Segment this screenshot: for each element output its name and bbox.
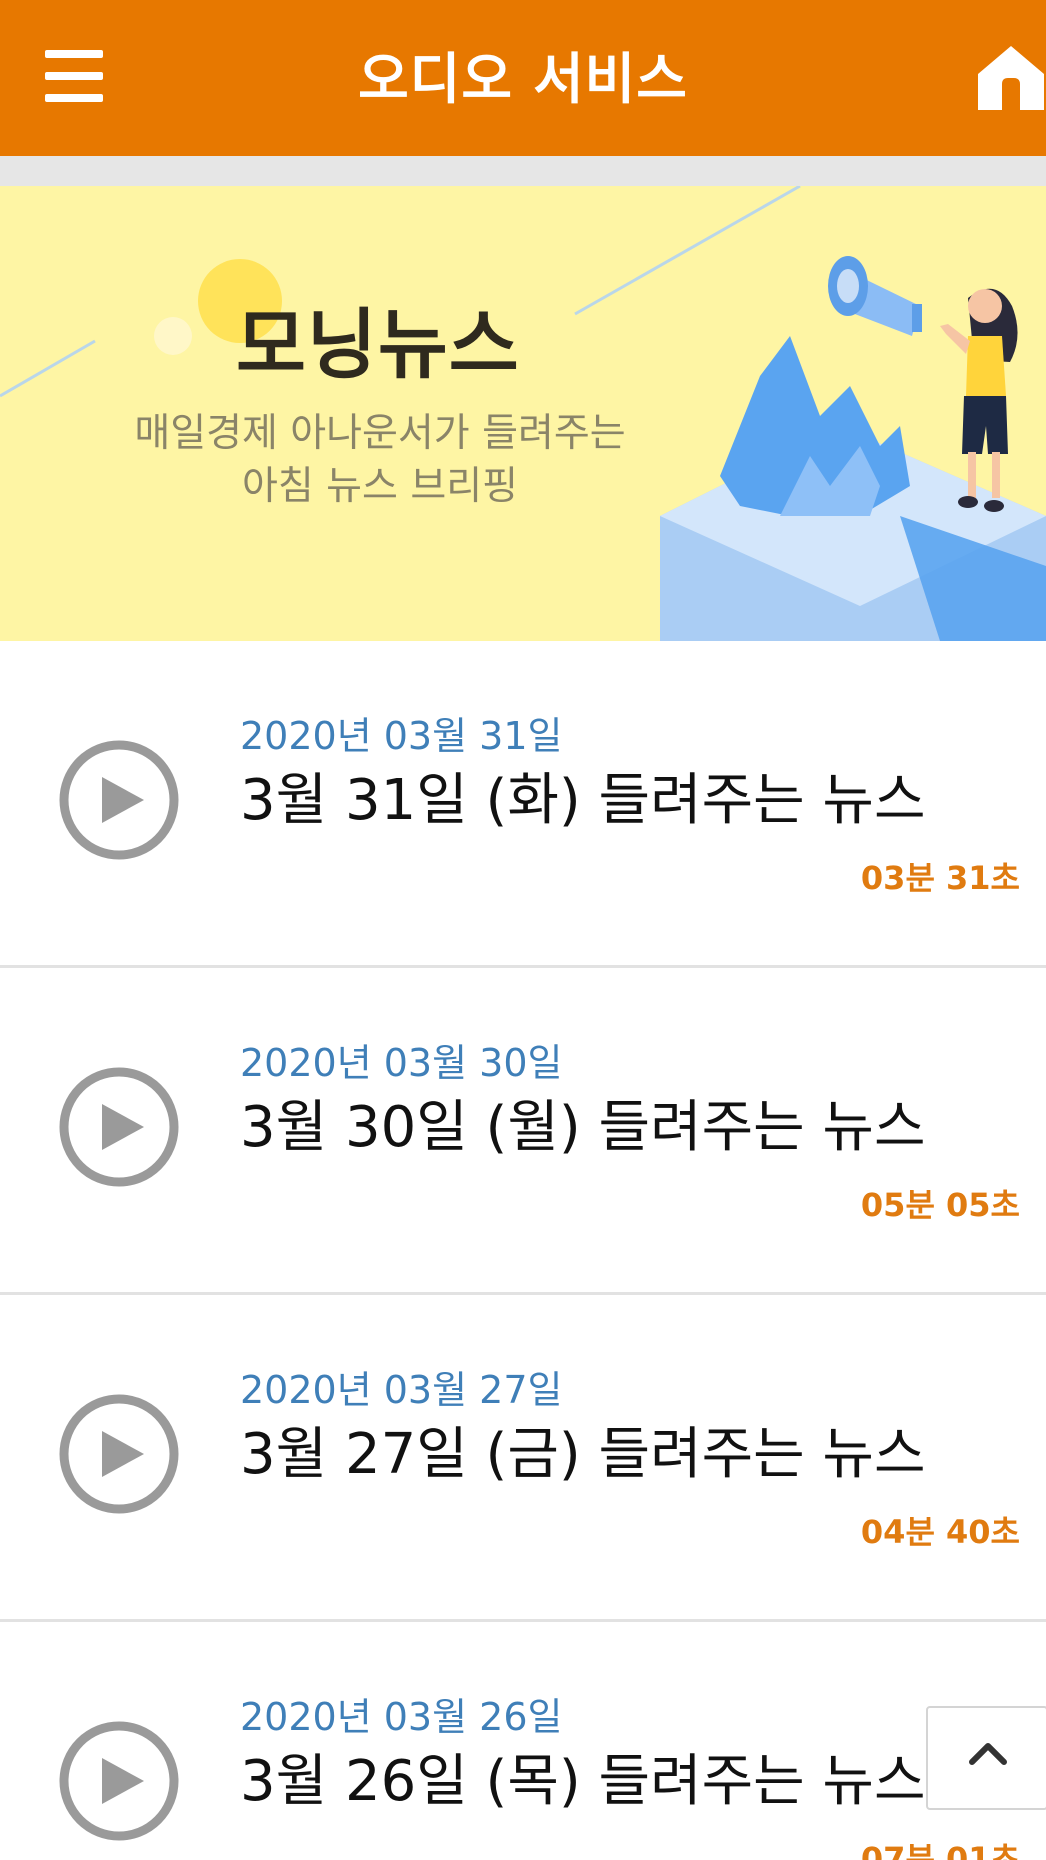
news-date: 2020년 03월 31일 bbox=[240, 714, 563, 758]
play-icon[interactable] bbox=[58, 1393, 180, 1515]
news-duration: 05분 05초 bbox=[860, 1186, 1020, 1224]
news-title[interactable]: 3월 27일 (금) 들려주는 뉴스 bbox=[240, 1409, 925, 1490]
page-title: 오디오 서비스 bbox=[358, 47, 688, 111]
news-duration: 04분 40초 bbox=[860, 1513, 1020, 1551]
news-title[interactable]: 3월 30일 (월) 들려주는 뉴스 bbox=[240, 1082, 925, 1163]
play-icon[interactable] bbox=[58, 1066, 180, 1188]
chevron-up-icon bbox=[969, 1743, 1007, 1765]
play-icon[interactable] bbox=[58, 739, 180, 861]
megaphone-icon bbox=[828, 256, 922, 336]
play-icon[interactable] bbox=[58, 1720, 180, 1842]
news-date: 2020년 03월 26일 bbox=[240, 1695, 563, 1739]
news-list: 2020년 03월 31일 3월 31일 (화) 들려주는 뉴스 03분 31초… bbox=[0, 641, 1046, 1860]
list-item[interactable]: 2020년 03월 30일 3월 30일 (월) 들려주는 뉴스 05분 05초 bbox=[0, 968, 1046, 1295]
news-date: 2020년 03월 27일 bbox=[240, 1368, 563, 1412]
scroll-top-button[interactable] bbox=[926, 1706, 1046, 1810]
home-icon[interactable] bbox=[976, 44, 1046, 112]
news-duration: 07분 01초 bbox=[860, 1840, 1020, 1860]
banner-title: 모닝뉴스 bbox=[236, 300, 520, 389]
news-date: 2020년 03월 30일 bbox=[240, 1041, 563, 1085]
banner-subtitle: 매일경제 아나운서가 들려주는 bbox=[134, 411, 626, 456]
list-item[interactable]: 2020년 03월 27일 3월 27일 (금) 들려주는 뉴스 04분 40초 bbox=[0, 1295, 1046, 1622]
news-title[interactable]: 3월 31일 (화) 들려주는 뉴스 bbox=[240, 755, 925, 836]
list-item[interactable]: 2020년 03월 31일 3월 31일 (화) 들려주는 뉴스 03분 31초 bbox=[0, 641, 1046, 968]
news-title[interactable]: 3월 26일 (목) 들려주는 뉴스 bbox=[240, 1736, 925, 1817]
header-divider bbox=[0, 156, 1046, 186]
app-screen: 오디오 서비스 모닝뉴스 매일경제 아나운서가 들려주는 아침 뉴스 브리핑 2… bbox=[0, 0, 1046, 1860]
news-duration: 03분 31초 bbox=[860, 859, 1020, 897]
list-item[interactable]: 2020년 03월 26일 3월 26일 (목) 들려주는 뉴스 07분 01초 bbox=[0, 1622, 1046, 1860]
app-header: 오디오 서비스 bbox=[0, 0, 1046, 156]
morning-news-banner[interactable]: 모닝뉴스 매일경제 아나운서가 들려주는 아침 뉴스 브리핑 bbox=[0, 186, 1046, 641]
banner-subtitle: 아침 뉴스 브리핑 bbox=[242, 464, 518, 509]
